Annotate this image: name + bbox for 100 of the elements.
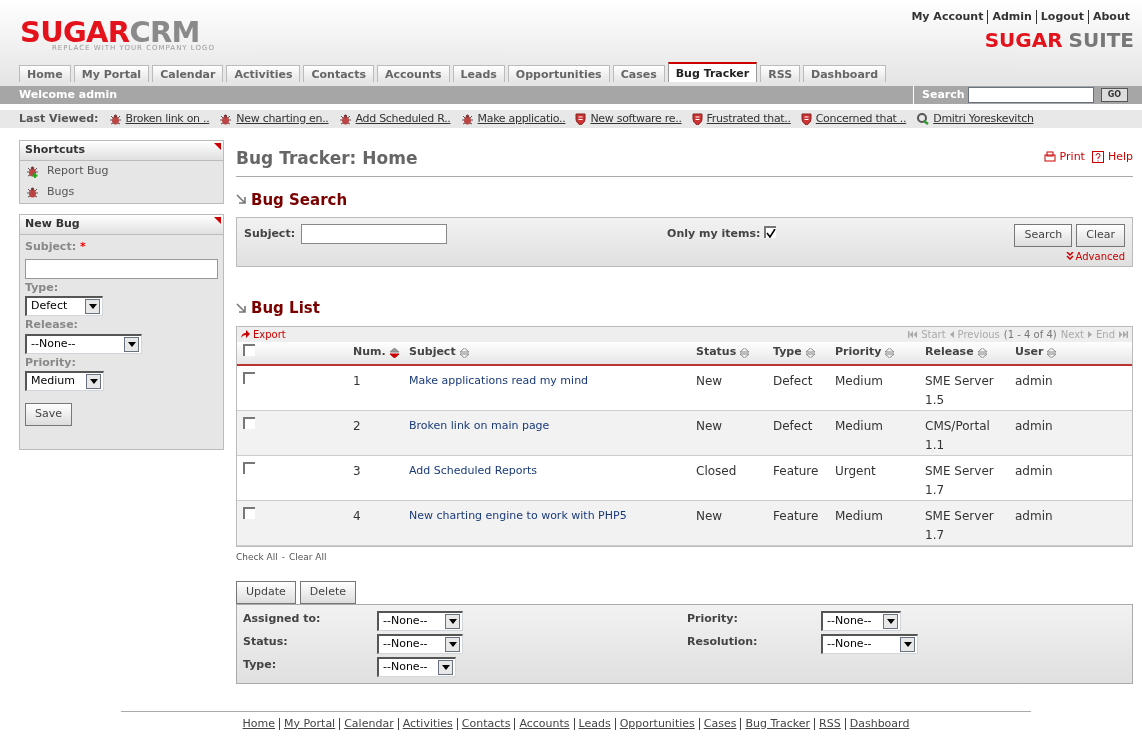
search-field[interactable] <box>967 87 1094 103</box>
field-label: Priority: <box>687 610 739 627</box>
footer-link[interactable]: Accounts <box>514 717 574 730</box>
shortcut-link[interactable]: Bugs <box>47 184 75 201</box>
column-header[interactable]: User <box>1015 344 1044 361</box>
bug-subject-link[interactable]: Broken link on main page <box>409 418 550 432</box>
help-link[interactable]: Help <box>1107 149 1133 166</box>
sort-arrows-icon[interactable] <box>885 347 895 358</box>
last-viewed-link[interactable]: Add Scheduled R.. <box>355 110 451 128</box>
column-header[interactable]: Subject <box>409 344 456 361</box>
footer-link[interactable]: My Portal <box>279 717 340 730</box>
checkbox[interactable] <box>764 226 777 238</box>
dropdown[interactable]: Medium <box>25 371 104 391</box>
bug-subject-link[interactable]: Make applications read my mind <box>409 373 589 387</box>
search-button[interactable]: Search <box>1014 224 1073 247</box>
top-link[interactable]: Logout <box>1035 10 1088 24</box>
nav-tab[interactable]: Leads <box>452 65 505 82</box>
help-icon <box>1091 151 1104 164</box>
top-link[interactable]: Admin <box>987 10 1036 24</box>
footer-link[interactable]: Calendar <box>339 717 398 730</box>
export-link[interactable]: Export <box>253 326 286 342</box>
column-header[interactable]: Num. <box>353 344 386 361</box>
dropdown[interactable]: --None-- <box>377 656 456 677</box>
top-link[interactable]: My Account <box>907 10 988 24</box>
bug-subject-link[interactable]: New charting engine to work with PHP5 <box>409 508 627 522</box>
last-viewed-link[interactable]: New charting en.. <box>236 110 329 128</box>
dropdown[interactable]: --None-- <box>377 610 463 631</box>
dropdown[interactable]: --None-- <box>821 610 901 631</box>
field-label: Subject: <box>244 226 296 242</box>
last-viewed-link[interactable]: Concerned that .. <box>815 110 907 128</box>
bug-subject-link[interactable]: Add Scheduled Reports <box>409 463 537 477</box>
table-cell: 3 <box>353 463 361 478</box>
footer-link[interactable]: Activities <box>397 717 457 730</box>
table-cell: Medium <box>835 373 883 388</box>
column-header[interactable]: Release <box>925 344 974 361</box>
nav-tab[interactable]: Cases <box>612 65 665 82</box>
update-button[interactable]: Update <box>236 581 296 604</box>
nav-tab[interactable]: Home <box>19 65 71 82</box>
shield-icon <box>575 113 587 125</box>
last-viewed-link[interactable]: Make applicatio.. <box>477 110 566 128</box>
company-logo: SUGARCRM <box>20 20 200 44</box>
table-cell: New <box>696 373 723 388</box>
dropdown[interactable]: Defect <box>25 296 103 316</box>
subject-field[interactable] <box>25 258 218 279</box>
last-viewed-link[interactable]: Frustrated that.. <box>706 110 791 128</box>
subject-field[interactable] <box>301 224 448 244</box>
nav-tab[interactable]: Dashboard <box>803 65 887 82</box>
sort-arrows-icon[interactable] <box>459 347 469 358</box>
panel-title: New Bug <box>25 216 80 233</box>
footer-link[interactable]: Dashboard <box>844 717 914 730</box>
footer-link[interactable]: Bug Tracker <box>740 717 815 730</box>
footer-link[interactable]: Cases <box>698 717 741 730</box>
clear-button[interactable]: Clear <box>1076 224 1125 247</box>
sort-arrows-icon[interactable] <box>740 347 750 358</box>
nav-tab[interactable]: Accounts <box>376 65 450 82</box>
last-viewed-link[interactable]: New software re.. <box>590 110 682 128</box>
last-viewed-link[interactable]: Broken link on .. <box>125 110 210 128</box>
footer-link[interactable]: Leads <box>573 717 615 730</box>
sort-arrows-icon[interactable] <box>977 347 987 358</box>
sort-arrows-icon[interactable] <box>805 347 815 358</box>
table-cell: Feature <box>773 463 819 478</box>
top-link[interactable]: About <box>1087 10 1134 24</box>
column-header[interactable]: Status <box>696 344 737 361</box>
nav-tab[interactable]: Calendar <box>152 65 224 82</box>
column-header[interactable]: Type <box>773 344 802 361</box>
last-viewed-link[interactable]: Dmitri Yoreskevitch <box>933 110 1034 128</box>
sort-arrows-icon[interactable] <box>389 347 399 358</box>
dropdown[interactable]: --None-- <box>377 633 463 654</box>
footer-link[interactable]: Contacts <box>456 717 515 730</box>
checkbox[interactable] <box>243 506 255 519</box>
table-cell: New <box>696 508 723 523</box>
export-arrow-icon <box>241 330 250 338</box>
check-all-link[interactable]: Check All <box>236 550 278 564</box>
sort-arrows-icon[interactable] <box>1047 347 1057 358</box>
dropdown[interactable]: --None-- <box>25 333 142 354</box>
nav-tab[interactable]: Bug Tracker <box>667 62 758 82</box>
footer-link[interactable]: Home <box>238 717 280 730</box>
nav-tab[interactable]: RSS <box>760 65 801 82</box>
save-button[interactable]: Save <box>25 403 72 426</box>
footer-link[interactable]: Opportunities <box>614 717 699 730</box>
nav-tab[interactable]: Activities <box>226 65 301 82</box>
shield-icon <box>800 113 812 125</box>
nav-tab[interactable]: Opportunities <box>507 65 610 82</box>
dropdown[interactable]: --None-- <box>821 633 918 654</box>
corner-arrow-icon <box>236 194 247 206</box>
advanced-link[interactable]: Advanced <box>1075 248 1125 264</box>
panel-title: Shortcuts <box>25 142 86 159</box>
checkbox[interactable] <box>243 343 255 356</box>
bug-icon <box>108 112 122 126</box>
column-header[interactable]: Priority <box>835 344 882 361</box>
bug-icon <box>26 186 39 199</box>
clear-all-link[interactable]: Clear All <box>288 550 327 564</box>
print-link[interactable]: Print <box>1059 149 1085 166</box>
shortcut-link[interactable]: Report Bug <box>47 163 109 180</box>
nav-tab[interactable]: My Portal <box>73 65 150 82</box>
checkbox[interactable] <box>243 416 255 429</box>
go-button[interactable]: GO <box>1100 88 1128 102</box>
footer-link[interactable]: RSS <box>814 717 845 730</box>
nav-tab[interactable]: Contacts <box>303 65 374 82</box>
delete-button[interactable]: Delete <box>299 581 356 604</box>
